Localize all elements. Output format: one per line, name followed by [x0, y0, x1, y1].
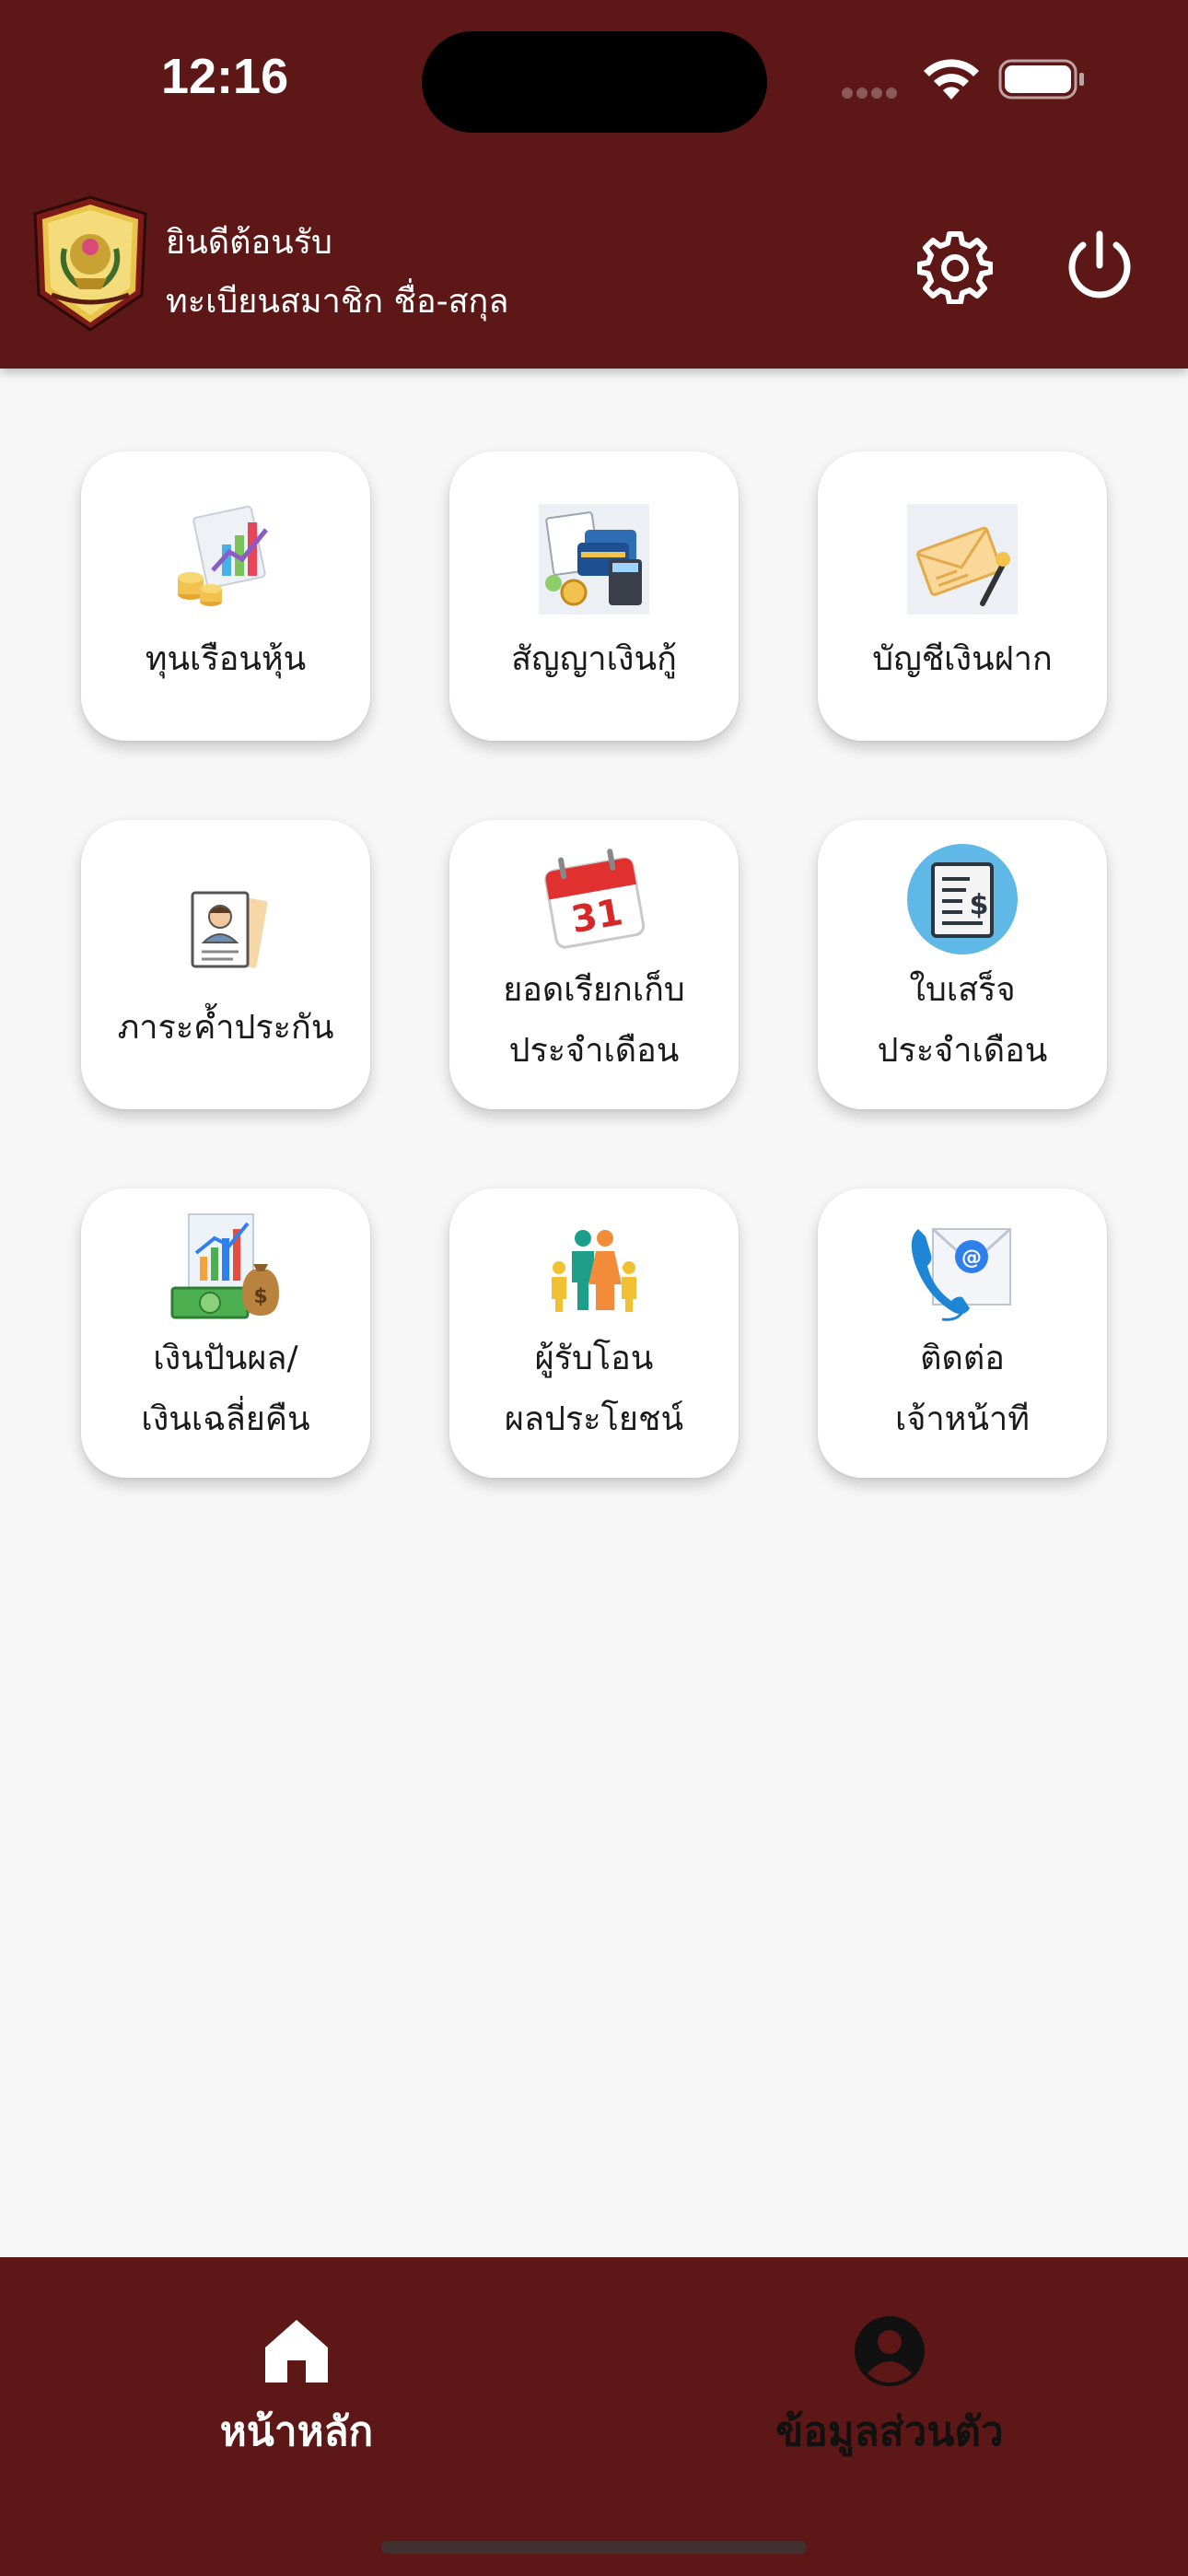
tile-label: ติดต่อ เจ้าหน้าที [895, 1340, 1030, 1438]
tile-label: ใบเสร็จ ประจำเดือน [877, 971, 1048, 1070]
menu-grid: ทุนเรือนหุ้น สัญญาเงินกู้ บัญชีเงินฝาก ภ… [81, 451, 1107, 1478]
settings-gear-icon[interactable] [917, 228, 993, 304]
calendar-31-icon: 31 [544, 849, 646, 949]
nav-label: หน้าหลัก [219, 2408, 374, 2455]
svg-text:$: $ [253, 1285, 267, 1308]
nav-item-home[interactable]: หน้าหลัก [112, 2313, 481, 2464]
cellular-signal-icon [842, 85, 906, 100]
tile-label: เงินปันผล/ เงินเฉลี่ยคืน [141, 1340, 310, 1438]
menu-tile-share-capital[interactable]: ทุนเรือนหุ้น [81, 451, 370, 741]
menu-tile-dividend[interactable]: $ เงินปันผล/ เงินเฉลี่ยคืน [81, 1188, 370, 1478]
wifi-icon [924, 59, 979, 100]
tile-label: สัญญาเงินกู้ [511, 640, 677, 678]
contact-phone-email-icon: @ [911, 1227, 1012, 1321]
dynamic-island [422, 31, 767, 133]
status-time: 12:16 [161, 49, 289, 104]
svg-text:@: @ [961, 1247, 982, 1270]
menu-tile-contact-staff[interactable]: @ ติดต่อ เจ้าหน้าที [818, 1188, 1107, 1478]
tile-label: ยอดเรียกเก็บ ประจำเดือน [503, 971, 685, 1070]
svg-text:$: $ [970, 889, 989, 921]
menu-tile-monthly-billing[interactable]: 31 ยอดเรียกเก็บ ประจำเดือน [449, 820, 739, 1109]
tile-label: บัญชีเงินฝาก [872, 640, 1053, 678]
menu-tile-guarantor[interactable]: ภาระค้ำประกัน [81, 820, 370, 1109]
tile-label: ผู้รับโอน ผลประโยชน์ [504, 1340, 684, 1438]
deposit-account-envelope-icon [907, 504, 1018, 615]
menu-tile-beneficiary[interactable]: ผู้รับโอน ผลประโยชน์ [449, 1188, 739, 1478]
power-logout-icon[interactable] [1063, 228, 1136, 304]
bottom-navigation: หน้าหลัก ข้อมูลส่วนตัว [0, 2257, 1188, 2576]
member-name: ทะเบียนสมาชิก ชื่อ-สกุล [166, 283, 509, 321]
home-icon [265, 2320, 328, 2383]
menu-tile-deposit-account[interactable]: บัญชีเงินฝาก [818, 451, 1107, 741]
family-beneficiary-icon [552, 1230, 636, 1312]
cooperative-emblem-logo [33, 195, 147, 332]
account-circle-icon [855, 2316, 925, 2386]
battery-icon [998, 59, 1084, 100]
nav-item-profile[interactable]: ข้อมูลส่วนตัว [705, 2313, 1074, 2464]
dividend-chart-money-bag-icon: $ [170, 1213, 279, 1319]
menu-tile-monthly-receipt[interactable]: $ ใบเสร็จ ประจำเดือน [818, 820, 1107, 1109]
guarantor-profile-document-icon [191, 891, 268, 968]
menu-tile-loan-contract[interactable]: สัญญาเงินกู้ [449, 451, 739, 741]
app-header: 12:16 ยินดีต้อนรับ ทะเบียนสมาชิก ชื่อ-สก… [0, 0, 1188, 369]
receipt-dollar-icon: $ [907, 844, 1018, 954]
nav-label: ข้อมูลส่วนตัว [775, 2408, 1004, 2455]
tile-label: ทุนเรือนหุ้น [145, 640, 307, 678]
loan-contract-cards-calculator-icon [539, 504, 649, 615]
welcome-text: ยินดีต้อนรับ ทะเบียนสมาชิก ชื่อ-สกุล [166, 214, 508, 332]
home-indicator[interactable] [381, 2541, 807, 2554]
greeting: ยินดีต้อนรับ [166, 224, 332, 262]
share-capital-chart-coins-icon [178, 505, 268, 606]
tile-label: ภาระค้ำประกัน [117, 1009, 334, 1047]
svg-text:31: 31 [568, 891, 626, 942]
